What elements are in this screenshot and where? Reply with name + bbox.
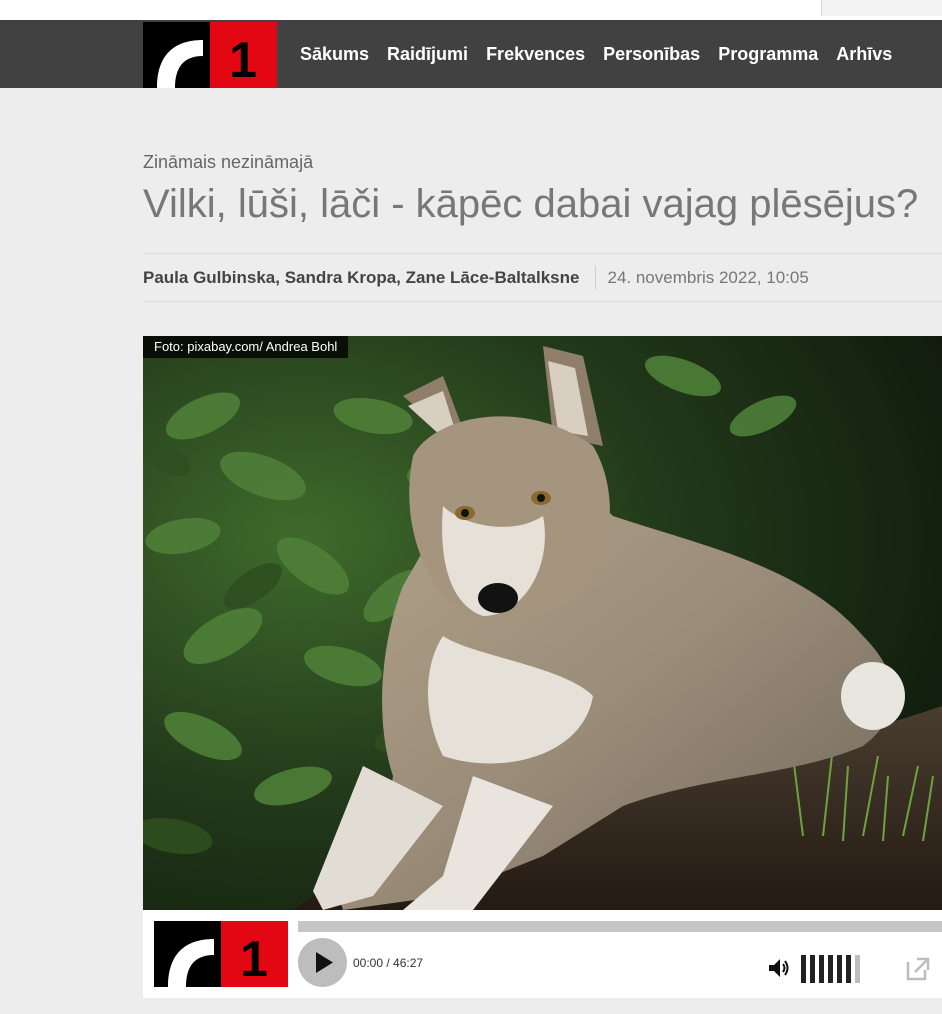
nav-item-programma[interactable]: Programma [718,44,818,65]
player-logo-red-block: 1 [221,921,288,987]
divider-bottom [143,301,942,302]
nav-item-raidijumi[interactable]: Raidījumi [387,44,468,65]
external-link-icon[interactable] [905,956,931,982]
audio-time: 00:00 / 46:27 [353,956,424,970]
byline-separator [595,266,597,290]
nav-item-frekvences[interactable]: Frekvences [486,44,585,65]
player-logo: 1 [154,921,288,987]
player-logo-number: 1 [240,931,268,987]
section-label[interactable]: Zināmais nezināmajā [143,152,313,173]
top-strip-search-box[interactable] [821,0,942,16]
article-title: Vilki, lūši, lāči - kāpēc dabai vajag pl… [143,182,919,226]
site-logo[interactable]: 1 [143,22,277,88]
volume-bar [819,955,824,983]
play-button[interactable] [298,938,347,987]
article-photo [143,336,942,910]
divider-top [143,253,942,254]
volume-slider[interactable] [801,955,864,983]
volume-bar [855,955,860,983]
nav-item-personibas[interactable]: Personības [603,44,700,65]
play-icon [316,952,333,973]
volume-bar [846,955,851,983]
byline: Paula Gulbinska, Sandra Kropa, Zane Lāce… [143,264,809,292]
article-authors: Paula Gulbinska, Sandra Kropa, Zane Lāce… [143,268,580,287]
logo-red-block: 1 [210,22,277,88]
logo-black-block [143,22,210,88]
logo-number: 1 [229,32,257,88]
audio-progress-bar[interactable] [298,921,942,932]
player-logo-black-block [154,921,221,987]
audio-player: 1 00:00 / 46:27 [143,910,942,998]
speaker-icon[interactable] [767,956,791,980]
nav-item-sakums[interactable]: Sākums [300,44,369,65]
photo-credit: Foto: pixabay.com/ Andrea Bohl [143,336,349,358]
volume-bar [837,955,842,983]
article-date: 24. novembris 2022, 10:05 [607,268,809,287]
top-strip [0,0,942,16]
volume-bar [828,955,833,983]
volume-bar [810,955,815,983]
main-nav: Sākums Raidījumi Frekvences Personības P… [290,20,910,88]
volume-bar [801,955,806,983]
nav-item-arhivs[interactable]: Arhīvs [836,44,892,65]
